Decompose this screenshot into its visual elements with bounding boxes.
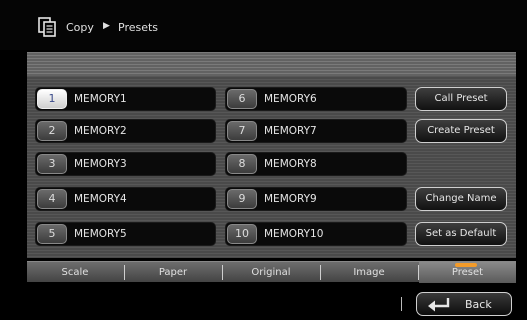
memory-slot-6[interactable]: 6 MEMORY6 xyxy=(225,87,407,111)
memory-label: MEMORY5 xyxy=(74,228,127,240)
tab-image[interactable]: Image xyxy=(321,262,417,283)
memory-label: MEMORY7 xyxy=(264,125,317,137)
set-as-default-button[interactable]: Set as Default xyxy=(415,222,507,246)
memory-number: 2 xyxy=(37,121,67,141)
function-tab-bar: Scale Paper Original Image Preset xyxy=(27,261,516,283)
tab-preset[interactable]: Preset xyxy=(419,262,516,283)
memory-slot-2[interactable]: 2 MEMORY2 xyxy=(35,119,216,143)
memory-number: 8 xyxy=(227,154,257,174)
memory-number: 9 xyxy=(227,189,257,209)
back-label: Back xyxy=(465,298,492,311)
breadcrumb-separator-icon: ▶ xyxy=(103,21,110,31)
change-name-button[interactable]: Change Name xyxy=(415,187,507,211)
tab-paper[interactable]: Paper xyxy=(125,262,221,283)
memory-slot-4[interactable]: 4 MEMORY4 xyxy=(35,187,216,211)
call-preset-button[interactable]: Call Preset xyxy=(415,87,507,111)
memory-number: 5 xyxy=(37,224,67,244)
memory-number: 1 xyxy=(37,89,67,109)
memory-number: 3 xyxy=(37,154,67,174)
memory-label: MEMORY8 xyxy=(264,158,317,170)
memory-label: MEMORY10 xyxy=(264,228,324,240)
memory-number: 7 xyxy=(227,121,257,141)
panel-header-strip xyxy=(27,52,516,76)
active-tab-indicator xyxy=(455,263,477,267)
tab-scale[interactable]: Scale xyxy=(27,262,123,283)
memory-slot-7[interactable]: 7 MEMORY7 xyxy=(225,119,407,143)
copy-document-icon xyxy=(38,17,56,37)
memory-number: 4 xyxy=(37,189,67,209)
create-preset-button[interactable]: Create Preset xyxy=(415,119,507,143)
memory-label: MEMORY9 xyxy=(264,193,317,205)
memory-label: MEMORY3 xyxy=(74,158,127,170)
memory-label: MEMORY6 xyxy=(264,93,317,105)
tab-preset-label: Preset xyxy=(451,267,484,278)
memory-slot-1[interactable]: 1 MEMORY1 xyxy=(35,87,216,111)
return-arrow-icon xyxy=(428,298,450,312)
memory-slot-5[interactable]: 5 MEMORY5 xyxy=(35,222,216,246)
memory-number: 10 xyxy=(227,224,257,244)
memory-slot-10[interactable]: 10 MEMORY10 xyxy=(225,222,407,246)
back-button[interactable]: Back xyxy=(416,292,512,316)
memory-label: MEMORY2 xyxy=(74,125,127,137)
breadcrumb-copy[interactable]: Copy xyxy=(66,21,94,34)
memory-label: MEMORY1 xyxy=(74,93,127,105)
footer-divider xyxy=(401,297,402,311)
tab-original[interactable]: Original xyxy=(223,262,319,283)
memory-label: MEMORY4 xyxy=(74,193,127,205)
memory-slot-3[interactable]: 3 MEMORY3 xyxy=(35,152,216,176)
memory-number: 6 xyxy=(227,89,257,109)
memory-slot-8[interactable]: 8 MEMORY8 xyxy=(225,152,407,176)
header-bar: Copy ▶ Presets xyxy=(0,0,527,50)
memory-slot-9[interactable]: 9 MEMORY9 xyxy=(225,187,407,211)
breadcrumb-presets: Presets xyxy=(118,21,159,34)
